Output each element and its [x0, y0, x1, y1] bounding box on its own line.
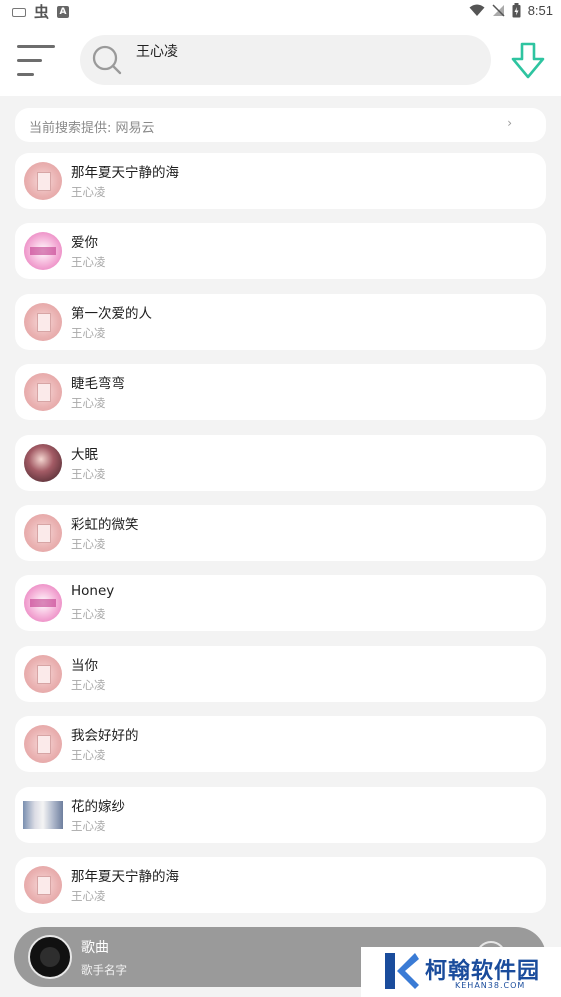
player-song-title: 歌曲 — [81, 940, 109, 956]
song-list: 那年夏天宁静的海 王心凌 爱你 王心凌 第一次爱的人 王心凌 睫毛弯弯 王心凌 … — [15, 153, 546, 927]
song-artist: 王心凌 — [71, 536, 106, 551]
song-item[interactable]: 我会好好的 王心凌 — [15, 716, 546, 773]
search-icon — [92, 45, 122, 75]
search-input[interactable]: 王心凌 — [80, 35, 491, 85]
song-title: 那年夏天宁静的海 — [71, 868, 179, 885]
song-artist: 王心凌 — [71, 396, 106, 411]
album-cover — [23, 800, 63, 829]
song-artist: 王心凌 — [71, 255, 106, 270]
album-cover — [24, 725, 62, 764]
album-cover — [24, 232, 62, 271]
status-bar-notifications: 虫 A — [12, 3, 70, 21]
song-title: 那年夏天宁静的海 — [71, 165, 179, 181]
song-item[interactable]: 花的嫁纱 王心凌 — [15, 786, 546, 843]
album-cover — [24, 865, 62, 904]
song-artist: 王心凌 — [71, 677, 106, 692]
search-source-label: 当前搜索提供: 网易云 — [29, 121, 155, 136]
song-artist: 王心凌 — [71, 607, 106, 622]
battery-icon — [512, 3, 521, 18]
song-title: 花的嫁纱 — [71, 798, 125, 815]
player-artist-name: 歌手名字 — [81, 963, 127, 977]
song-title: Honey — [71, 583, 115, 600]
song-artist: 王心凌 — [71, 748, 106, 763]
album-cover — [24, 654, 62, 693]
song-title: 彩虹的微笑 — [71, 516, 139, 533]
song-title: 睫毛弯弯 — [71, 376, 125, 393]
clock: 8:51 — [527, 3, 553, 18]
chevron-right-icon: › — [507, 116, 512, 130]
album-cover — [24, 584, 62, 623]
app-header: 王心凌 — [0, 24, 561, 96]
disc-icon[interactable] — [28, 935, 72, 979]
song-item[interactable]: 那年夏天宁静的海 王心凌 — [15, 153, 546, 209]
bug-icon: 虫 — [34, 3, 50, 21]
status-bar: 虫 A 8:51 — [0, 0, 561, 24]
album-cover — [24, 162, 62, 200]
menu-icon[interactable] — [17, 43, 57, 77]
song-artist: 王心凌 — [71, 818, 106, 833]
song-item[interactable]: 第一次爱的人 王心凌 — [15, 293, 546, 350]
album-cover — [24, 513, 62, 552]
song-item[interactable]: 睫毛弯弯 王心凌 — [15, 364, 546, 421]
song-title: 当你 — [71, 657, 98, 674]
album-cover — [24, 302, 62, 341]
download-icon[interactable] — [510, 42, 546, 80]
album-cover — [24, 373, 62, 412]
song-item[interactable]: 大眠 王心凌 — [15, 434, 546, 491]
a-notification-icon: A — [57, 6, 70, 18]
no-signal-icon — [492, 4, 505, 17]
album-cover — [24, 443, 62, 482]
search-source-selector[interactable]: 当前搜索提供: 网易云 › — [15, 108, 546, 142]
search-query: 王心凌 — [136, 44, 178, 60]
search-results: 当前搜索提供: 网易云 › 那年夏天宁静的海 王心凌 爱你 王心凌 第一次爱的人… — [0, 96, 561, 997]
song-item[interactable]: 爱你 王心凌 — [15, 223, 546, 280]
song-title: 大眠 — [71, 446, 98, 463]
song-item[interactable]: 彩虹的微笑 王心凌 — [15, 504, 546, 561]
song-item[interactable]: 当你 王心凌 — [15, 645, 546, 702]
song-item[interactable]: 那年夏天宁静的海 王心凌 — [15, 856, 546, 913]
song-artist: 王心凌 — [71, 325, 106, 340]
song-title: 爱你 — [71, 235, 98, 252]
k-logo-icon — [385, 953, 419, 989]
wifi-icon — [469, 4, 485, 16]
song-item[interactable]: Honey 王心凌 — [15, 575, 546, 632]
song-artist: 王心凌 — [71, 466, 106, 481]
keyboard-icon — [12, 7, 26, 17]
watermark-url: KEHAN38.COM — [455, 981, 526, 990]
watermark: 柯翰软件园 KEHAN38.COM — [361, 947, 561, 997]
song-title: 我会好好的 — [71, 728, 139, 745]
song-artist: 王心凌 — [71, 888, 106, 903]
status-bar-system: 8:51 — [469, 3, 553, 18]
song-title: 第一次爱的人 — [71, 305, 152, 322]
song-artist: 王心凌 — [71, 185, 106, 199]
